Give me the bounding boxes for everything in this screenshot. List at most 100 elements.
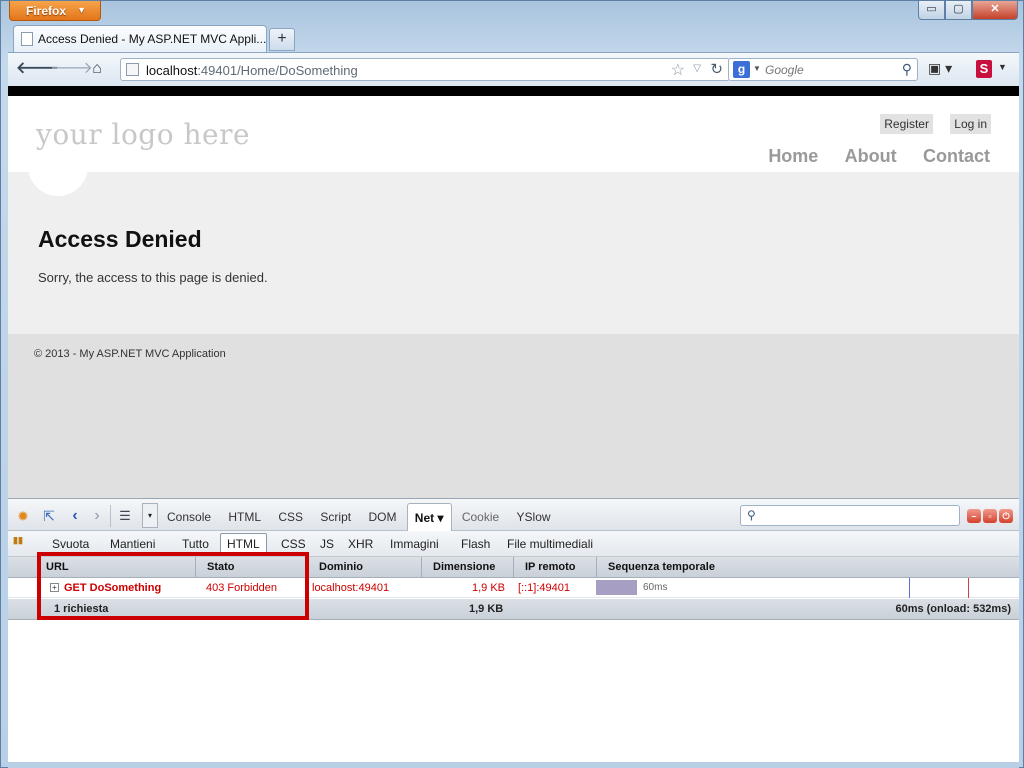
page-viewport: your logo here Register Log in Home Abou…: [8, 86, 1019, 498]
url-bar[interactable]: localhost:49401/Home/DoSomething ☆ ▽ ↻: [120, 58, 730, 81]
tab-html[interactable]: HTML: [221, 499, 268, 531]
bookmark-star-icon[interactable]: ☆: [671, 60, 685, 80]
firebug-panel-tabs: Console HTML CSS Script DOM Net ▾ Cookie…: [160, 499, 558, 531]
request-remote-ip: [::1]:49401: [518, 582, 570, 594]
filter-media[interactable]: File multimediali: [501, 531, 599, 557]
chevron-down-icon[interactable]: ▼: [753, 64, 761, 73]
inspect-element-icon[interactable]: ⇱: [40, 507, 58, 525]
toolbar-divider: [110, 505, 111, 527]
close-icon: ✕: [990, 3, 1000, 15]
chevron-right-icon[interactable]: ›: [88, 507, 106, 525]
maximize-button[interactable]: ▢: [945, 1, 972, 20]
stylish-button[interactable]: S: [976, 60, 992, 78]
reload-icon[interactable]: ↻: [710, 60, 723, 78]
total-size: 1,9 KB: [469, 603, 504, 615]
tab-yslow[interactable]: YSlow: [510, 499, 558, 531]
column-timeline[interactable]: Sequenza temporale: [598, 557, 1019, 578]
copyright-text: © 2013 - My ASP.NET MVC Application: [34, 348, 226, 360]
minimize-icon: ▭: [926, 3, 937, 15]
total-time: 60ms (onload: 532ms): [895, 603, 1011, 615]
tab-strip: Access Denied - My ASP.NET MVC Appli... …: [9, 25, 1019, 52]
tab-net[interactable]: Net ▾: [406, 503, 452, 531]
hamburger-menu-icon[interactable]: ☰: [116, 507, 134, 525]
page-title: Access Denied: [38, 226, 202, 252]
site-footer: © 2013 - My ASP.NET MVC Application: [8, 334, 1019, 498]
firebug-detach-button[interactable]: ▫: [983, 509, 997, 523]
navigation-toolbar: 🡐 🡒 ⌂ localhost:49401/Home/DoSomething ☆…: [8, 52, 1019, 86]
tab-css[interactable]: CSS: [271, 499, 310, 531]
tab-cookie[interactable]: Cookie: [455, 499, 506, 531]
column-remote-ip[interactable]: IP remoto: [515, 557, 597, 578]
tab-console[interactable]: Console: [160, 499, 218, 531]
request-size: 1,9 KB: [472, 582, 506, 594]
back-button[interactable]: 🡐: [16, 60, 59, 80]
register-link[interactable]: Register: [880, 114, 933, 134]
search-icon: ⚲: [747, 508, 756, 522]
column-size[interactable]: Dimensione: [423, 557, 514, 578]
tab-title: Access Denied - My ASP.NET MVC Appli...: [38, 32, 267, 46]
menu-item-about[interactable]: About: [845, 146, 897, 167]
tab-dom[interactable]: DOM: [361, 499, 403, 531]
stylish-icon: S: [979, 61, 989, 76]
site-logo[interactable]: your logo here: [36, 118, 250, 151]
menu-item-home[interactable]: Home: [768, 146, 818, 167]
login-links: Register Log in: [866, 114, 991, 134]
tab-access-denied[interactable]: Access Denied - My ASP.NET MVC Appli...: [13, 25, 267, 52]
firebug-close-button[interactable]: ⏻: [999, 509, 1013, 523]
firefox-menu-label: Firefox: [26, 4, 67, 18]
title-bar: Firefox ▼ ▭ ▢ ✕: [1, 1, 1024, 23]
column-domain[interactable]: Dominio: [309, 557, 422, 578]
firebug-search-input[interactable]: ⚲: [740, 505, 960, 526]
filter-flash[interactable]: Flash: [455, 531, 496, 557]
tab-script[interactable]: Script: [313, 499, 358, 531]
search-bar[interactable]: g ▼ Google ⚲: [728, 58, 918, 81]
site-identity-icon[interactable]: [126, 63, 139, 76]
close-button[interactable]: ✕: [972, 1, 1018, 20]
home-button[interactable]: ⌂: [86, 60, 108, 80]
bookmarks-icon: ▣ ▾: [928, 60, 953, 76]
filter-xhr[interactable]: XHR: [342, 531, 379, 557]
google-engine-icon[interactable]: g: [733, 61, 750, 78]
firebug-panel: ✹ ⇱ ‹ › ☰ ▾ Console HTML CSS Script DOM …: [8, 498, 1019, 762]
search-icon[interactable]: ⚲: [902, 61, 912, 78]
firebug-toolbar: ✹ ⇱ ‹ › ☰ ▾ Console HTML CSS Script DOM …: [8, 499, 1019, 531]
menu-item-contact[interactable]: Contact: [923, 146, 990, 167]
filter-images[interactable]: Immagini: [384, 531, 445, 557]
minimize-button[interactable]: ▭: [918, 1, 945, 20]
chevron-down-icon: ▼: [77, 5, 86, 15]
history-dropdown-icon[interactable]: ▽: [693, 63, 701, 74]
net-pause-icon[interactable]: ▮▮: [13, 535, 29, 551]
browser-window: Firefox ▼ ▭ ▢ ✕ Access Denied - My ASP.N…: [0, 0, 1024, 768]
url-text[interactable]: localhost:49401/Home/DoSomething: [146, 63, 358, 78]
top-stripe: [8, 86, 1019, 96]
home-icon: ⌂: [92, 60, 102, 77]
chevron-left-icon[interactable]: ‹: [66, 507, 84, 525]
request-domain: localhost:49401: [312, 582, 390, 594]
search-placeholder[interactable]: Google: [765, 63, 804, 77]
main-menu: Home About Contact: [745, 146, 990, 167]
url-host: localhost: [146, 63, 198, 78]
onload-marker: [968, 578, 969, 598]
window-bottom-edge: [8, 762, 1019, 768]
dom-content-loaded-marker: [909, 578, 910, 598]
site-header: your logo here Register Log in Home Abou…: [8, 96, 1019, 172]
body-section: [8, 172, 1019, 334]
annotation-highlight-box: [37, 552, 309, 620]
request-timeline-label: 60ms: [643, 582, 668, 593]
firebug-minimize-button[interactable]: –: [967, 509, 981, 523]
maximize-icon: ▢: [953, 3, 964, 15]
new-tab-button[interactable]: +: [269, 28, 295, 51]
error-message: Sorry, the access to this page is denied…: [38, 270, 268, 285]
bookmarks-menu-button[interactable]: ▣ ▾: [928, 60, 962, 80]
toolbar-overflow-button[interactable]: ▼: [998, 62, 1007, 72]
url-path: :49401/Home/DoSomething: [197, 63, 358, 78]
page-icon: [21, 32, 33, 46]
login-link[interactable]: Log in: [950, 114, 991, 134]
forward-button[interactable]: 🡒: [50, 60, 93, 80]
filter-js[interactable]: JS: [314, 531, 340, 557]
chevron-down-icon[interactable]: ▾: [142, 503, 158, 528]
request-timeline-bar[interactable]: [596, 580, 637, 595]
firebug-bug-icon[interactable]: ✹: [14, 507, 32, 525]
firefox-menu-button[interactable]: Firefox ▼: [9, 1, 101, 21]
plus-icon: +: [277, 30, 287, 47]
